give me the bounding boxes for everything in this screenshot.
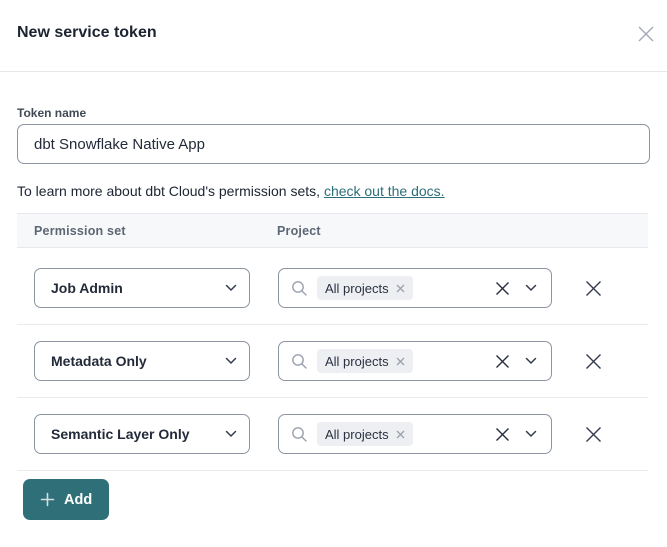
chevron-down-icon [225,284,237,292]
project-chip-label: All projects [325,281,389,296]
search-icon [291,353,308,370]
remove-row-button[interactable] [581,349,605,373]
column-header-permission-set: Permission set [34,224,126,238]
row-divider [17,324,648,325]
chevron-down-icon[interactable] [525,284,537,292]
project-chip: All projects [317,422,413,446]
clear-selection-icon[interactable] [495,354,510,369]
permission-set-select[interactable]: Metadata Only [34,341,250,381]
column-header-project: Project [277,224,321,238]
permission-set-value: Metadata Only [51,353,225,369]
table-header-row: Permission set Project [17,213,648,248]
close-button[interactable] [636,24,656,44]
modal-header: New service token [0,0,667,72]
add-button-label: Add [64,492,92,508]
token-name-input[interactable] [17,124,650,164]
project-multiselect[interactable]: All projects [278,414,552,454]
docs-text: To learn more about dbt Cloud's permissi… [17,183,324,199]
chevron-down-icon[interactable] [525,430,537,438]
permission-set-select[interactable]: Semantic Layer Only [34,414,250,454]
project-chip-label: All projects [325,427,389,442]
chevron-down-icon[interactable] [525,357,537,365]
clear-selection-icon[interactable] [495,281,510,296]
search-icon [291,280,308,297]
permission-set-select[interactable]: Job Admin [34,268,250,308]
chip-remove-icon[interactable] [396,430,405,439]
project-multiselect[interactable]: All projects [278,341,552,381]
remove-row-icon [585,353,602,370]
plus-icon [40,492,55,507]
permission-row: Metadata Only All projects [0,341,667,381]
project-chip-label: All projects [325,354,389,369]
permission-set-value: Semantic Layer Only [51,426,225,442]
remove-row-button[interactable] [581,422,605,446]
row-divider [17,470,648,471]
remove-row-icon [585,280,602,297]
row-divider [17,397,648,398]
remove-row-button[interactable] [581,276,605,300]
chevron-down-icon [225,357,237,365]
docs-sentence: To learn more about dbt Cloud's permissi… [17,183,445,199]
permission-set-value: Job Admin [51,280,225,296]
permission-row: Job Admin All projects [0,268,667,308]
clear-selection-icon[interactable] [495,427,510,442]
chip-remove-icon[interactable] [396,357,405,366]
project-multiselect[interactable]: All projects [278,268,552,308]
remove-row-icon [585,426,602,443]
page-title: New service token [17,24,157,42]
add-button[interactable]: Add [23,479,109,520]
project-chip: All projects [317,276,413,300]
docs-link[interactable]: check out the docs. [324,183,445,199]
token-name-label: Token name [17,106,86,120]
project-chip: All projects [317,349,413,373]
new-service-token-modal: New service token Token name To learn mo… [0,0,667,547]
search-icon [291,426,308,443]
chevron-down-icon [225,430,237,438]
chip-remove-icon[interactable] [396,284,405,293]
close-icon [636,24,656,44]
permission-row: Semantic Layer Only All projects [0,414,667,454]
